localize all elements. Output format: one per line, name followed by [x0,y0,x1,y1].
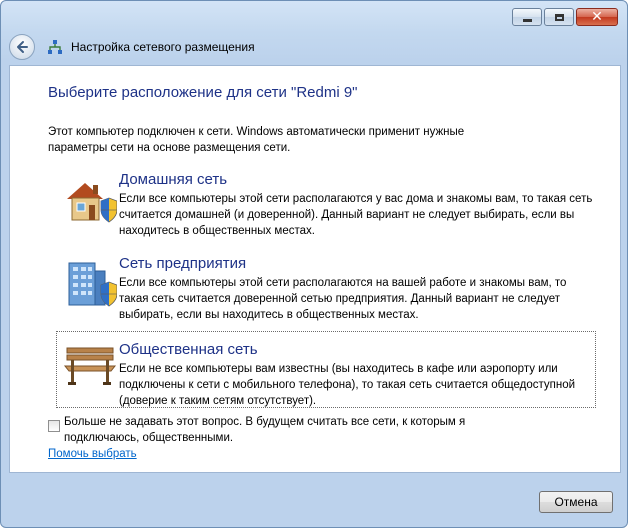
minimize-button[interactable] [512,8,542,26]
park-bench-icon [63,347,117,385]
option-home-title: Домашняя сеть [119,171,228,188]
network-location-window: ✕ Настройка сетевого размещения Выберите… [0,0,628,528]
option-public-title: Общественная сеть [119,341,258,358]
dont-ask-label: Больше не задавать этот вопрос. В будуще… [64,416,466,444]
help-choose-link[interactable]: Помочь выбрать [48,448,137,460]
page-description: Этот компьютер подключен к сети. Windows… [48,126,465,154]
page-heading: Выберите расположение для сети "Redmi 9" [48,84,358,101]
option-home-description: Если все компьютеры этой сети располагаю… [119,193,593,237]
option-public-description: Если не все компьютеры вам известны (вы … [119,363,576,407]
window-title: Настройка сетевого размещения [71,40,255,54]
dont-ask-row: Больше не задавать этот вопрос. В будуще… [48,414,514,446]
close-button[interactable]: ✕ [576,8,618,26]
caption-buttons: ✕ [510,8,618,26]
close-icon: ✕ [591,9,603,25]
option-work-description: Если все компьютеры этой сети располагаю… [119,277,567,321]
minimize-icon [522,18,532,22]
option-public-network[interactable]: Общественная сеть Если не все компьютеры… [56,331,596,408]
dont-ask-checkbox[interactable] [48,420,60,432]
option-work-title: Сеть предприятия [119,255,247,272]
maximize-icon [554,13,564,21]
office-building-shield-icon [68,262,117,307]
cancel-button[interactable]: Отмена [539,491,613,513]
back-button[interactable] [9,34,35,60]
option-home-network[interactable]: Домашняя сеть Если все компьютеры этой с… [56,170,596,237]
back-arrow-icon [17,41,28,53]
house-shield-icon [67,183,117,223]
option-work-network[interactable]: Сеть предприятия Если все компьютеры это… [56,254,596,322]
maximize-button[interactable] [544,8,574,26]
title-bar: Настройка сетевого размещения [9,33,255,61]
content-area: Выберите расположение для сети "Redmi 9"… [9,65,621,473]
network-icon [48,40,62,54]
